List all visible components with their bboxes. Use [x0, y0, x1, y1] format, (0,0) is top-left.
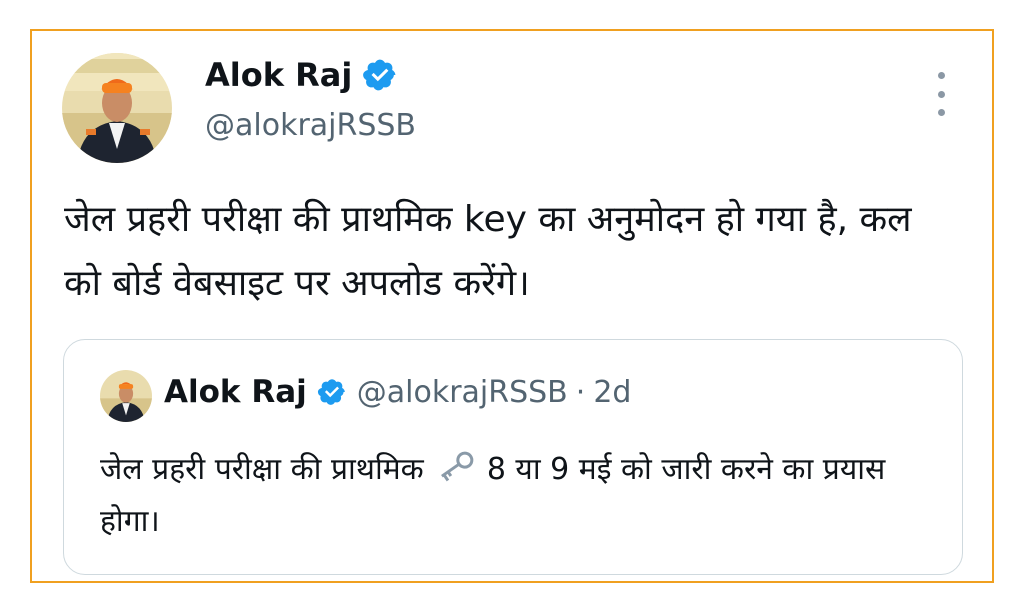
- quoted-timestamp[interactable]: 2d: [593, 375, 631, 410]
- verified-badge-icon: [363, 59, 396, 91]
- author-handle[interactable]: @alokrajRSSB: [205, 108, 416, 143]
- quoted-author-avatar[interactable]: [100, 370, 152, 422]
- tweet-text: जेल प्रहरी परीक्षा की प्राथमिक key का अन…: [64, 199, 912, 304]
- quoted-author-name[interactable]: Alok Raj: [164, 374, 307, 410]
- more-options-icon[interactable]: [930, 72, 952, 116]
- old-key-icon: [441, 451, 474, 482]
- quoted-tweet-text: जेल प्रहरी परीक्षा की प्राथमिक 8 या 9 मई…: [100, 444, 920, 548]
- separator-dot: ·: [575, 374, 586, 410]
- quoted-tweet[interactable]: Alok Raj @alokrajRSSB · 2d जेल प्रहरी पर…: [63, 339, 963, 575]
- quoted-text-part-1: जेल प्रहरी परीक्षा की प्राथमिक: [100, 452, 424, 487]
- quoted-header: Alok Raj @alokrajRSSB · 2d: [164, 374, 631, 410]
- quoted-author-handle[interactable]: @alokrajRSSB: [357, 375, 568, 410]
- author-name-row: Alok Raj: [205, 56, 398, 94]
- verified-badge-icon: [317, 379, 345, 405]
- author-name[interactable]: Alok Raj: [205, 56, 352, 94]
- author-avatar[interactable]: [62, 53, 172, 163]
